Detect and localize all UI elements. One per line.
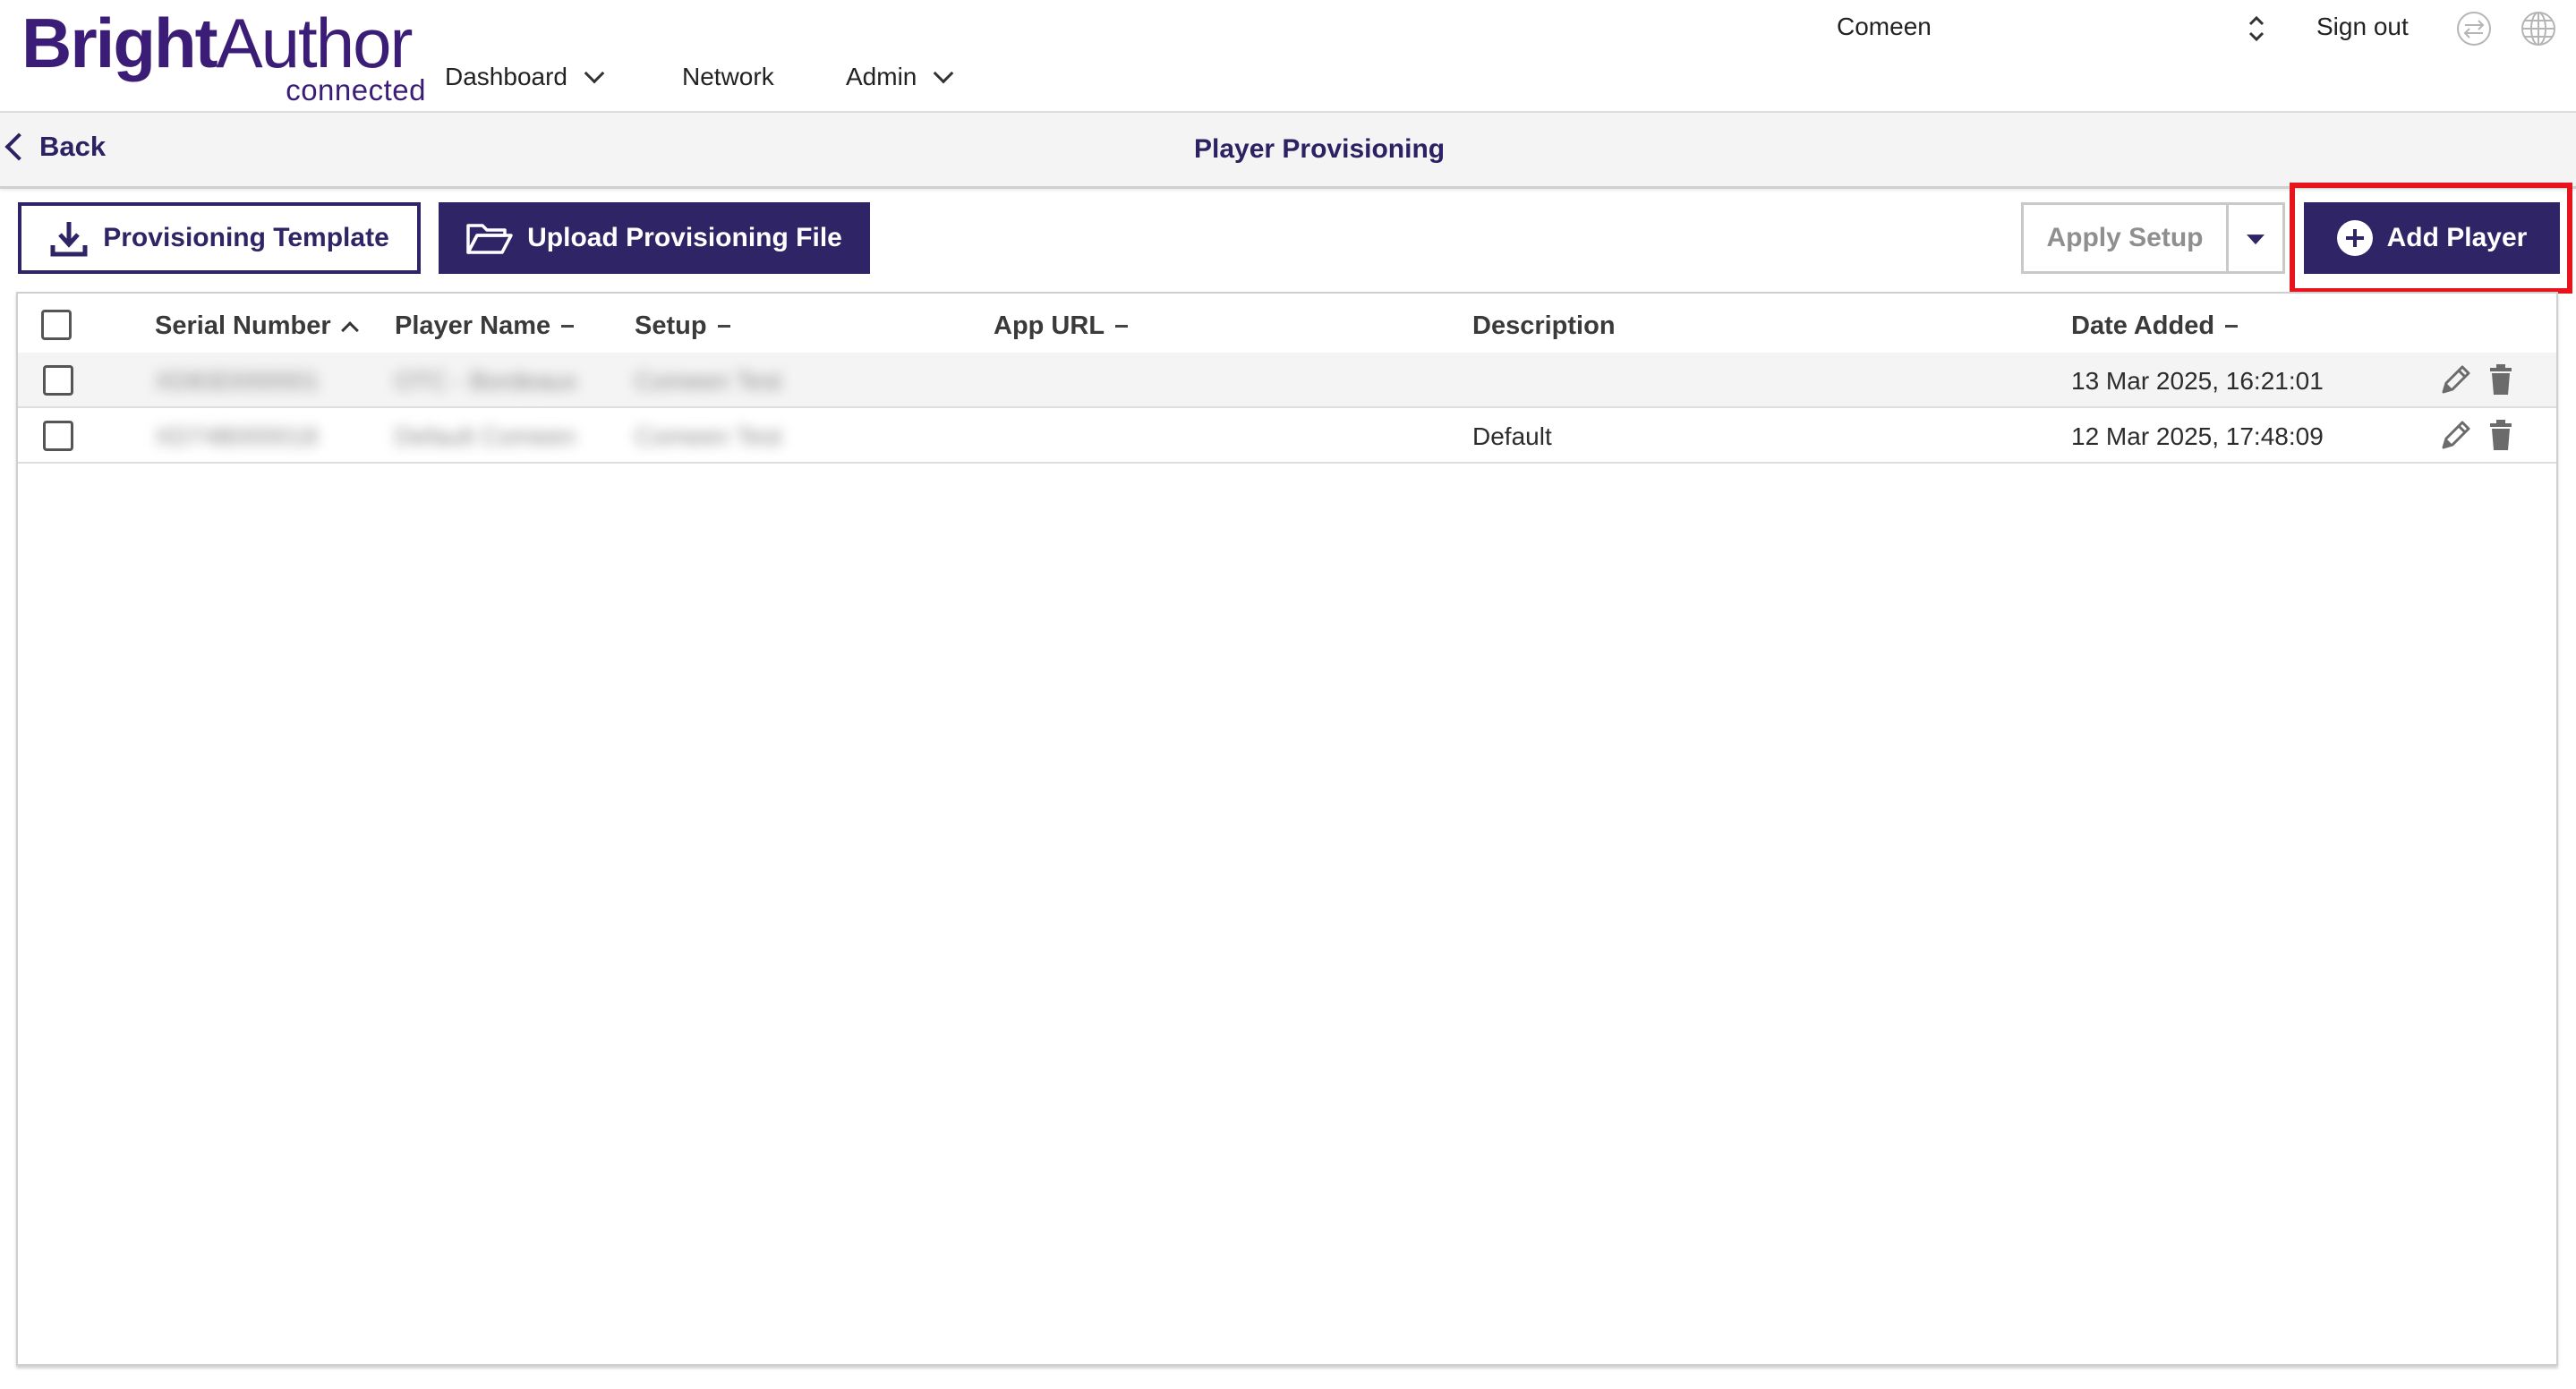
page-title: Player Provisioning xyxy=(1194,134,1446,164)
globe-icon[interactable] xyxy=(2521,11,2556,47)
column-description: Description xyxy=(1472,311,1616,341)
page-subheader: Back Player Provisioning xyxy=(0,113,2576,189)
column-setup[interactable]: Setup xyxy=(635,311,730,341)
provisioning-template-button[interactable]: Provisioning Template xyxy=(18,202,421,274)
caret-down-icon xyxy=(2247,234,2265,245)
nav-dashboard-label: Dashboard xyxy=(445,63,567,90)
date-added-cell: 13 Mar 2025, 16:21:01 xyxy=(2071,367,2324,395)
apply-setup-dropdown[interactable] xyxy=(2226,202,2285,274)
row-checkbox[interactable] xyxy=(43,365,73,396)
download-icon xyxy=(50,222,88,257)
back-button[interactable]: Back xyxy=(2,131,106,163)
delete-trash-icon[interactable] xyxy=(2483,362,2519,397)
edit-pencil-icon[interactable] xyxy=(2438,362,2474,397)
nav-dashboard[interactable]: Dashboard xyxy=(445,63,605,91)
chevron-down-icon xyxy=(934,63,954,84)
description-cell: Default xyxy=(1472,422,1552,450)
delete-trash-icon[interactable] xyxy=(2483,417,2519,453)
nav-network-label: Network xyxy=(682,63,774,90)
logo-wordmark: BrightAuthor xyxy=(21,4,413,82)
sort-asc-icon xyxy=(340,320,359,339)
top-header: BrightAuthor connected Dashboard Network… xyxy=(0,0,2576,113)
serial-number-cell: XD74B000018 xyxy=(155,422,319,450)
logo-subtitle: connected xyxy=(286,73,426,107)
column-label: Description xyxy=(1472,311,1616,340)
add-player-button[interactable]: Add Player xyxy=(2304,202,2560,274)
column-label: Player Name xyxy=(395,311,551,340)
date-added-cell: 12 Mar 2025, 17:48:09 xyxy=(2071,422,2324,450)
sign-out-link[interactable]: Sign out xyxy=(2316,13,2409,41)
column-serial-number[interactable]: Serial Number xyxy=(155,311,359,341)
table-row[interactable]: XD74B000018 Default Comeen Comeen Test D… xyxy=(18,408,2556,464)
players-table: Serial Number Player Name Setup App URL … xyxy=(16,292,2558,1366)
setup-cell: Comeen Test xyxy=(635,367,782,395)
upload-provisioning-file-label: Upload Provisioning File xyxy=(527,223,842,252)
column-player-name[interactable]: Player Name xyxy=(395,311,575,341)
chevron-down-icon xyxy=(584,63,605,84)
row-checkbox[interactable] xyxy=(43,421,73,451)
sort-none-icon xyxy=(717,325,730,328)
edit-pencil-icon[interactable] xyxy=(2438,417,2474,453)
back-label: Back xyxy=(39,131,107,162)
sort-none-icon xyxy=(1115,325,1129,328)
chevron-left-icon xyxy=(4,132,33,161)
upload-provisioning-file-button[interactable]: Upload Provisioning File xyxy=(439,202,870,274)
select-all-checkbox[interactable] xyxy=(41,310,72,340)
nav-admin[interactable]: Admin xyxy=(846,63,954,91)
table-row[interactable]: XD83D000001 OTC - Bordeaux Comeen Test 1… xyxy=(18,353,2556,408)
apply-setup-button[interactable]: Apply Setup xyxy=(2021,202,2229,274)
folder-open-icon xyxy=(466,224,513,254)
brightauthor-logo[interactable]: BrightAuthor connected xyxy=(21,5,426,107)
account-name: Comeen xyxy=(1837,13,1932,40)
nav-admin-label: Admin xyxy=(846,63,917,90)
add-player-label: Add Player xyxy=(2386,223,2528,252)
provisioning-template-label: Provisioning Template xyxy=(103,223,389,252)
table-header: Serial Number Player Name Setup App URL … xyxy=(18,294,2556,354)
sort-none-icon xyxy=(2225,325,2239,328)
setup-cell: Comeen Test xyxy=(635,422,782,450)
apply-setup-label: Apply Setup xyxy=(2046,223,2204,252)
plus-circle-icon xyxy=(2336,220,2373,256)
serial-number-cell: XD83D000001 xyxy=(155,367,320,395)
column-label: Serial Number xyxy=(155,311,331,340)
nav-network[interactable]: Network xyxy=(682,63,774,91)
player-name-cell: Default Comeen xyxy=(395,422,576,450)
column-label: App URL xyxy=(994,311,1105,340)
column-date-added[interactable]: Date Added xyxy=(2071,311,2239,341)
account-switch-icon[interactable] xyxy=(2243,11,2270,47)
player-name-cell: OTC - Bordeaux xyxy=(395,367,577,395)
column-label: Date Added xyxy=(2071,311,2215,340)
column-app-url[interactable]: App URL xyxy=(994,311,1129,341)
column-label: Setup xyxy=(635,311,707,340)
sort-none-icon xyxy=(561,325,575,328)
sync-icon[interactable] xyxy=(2456,11,2492,47)
